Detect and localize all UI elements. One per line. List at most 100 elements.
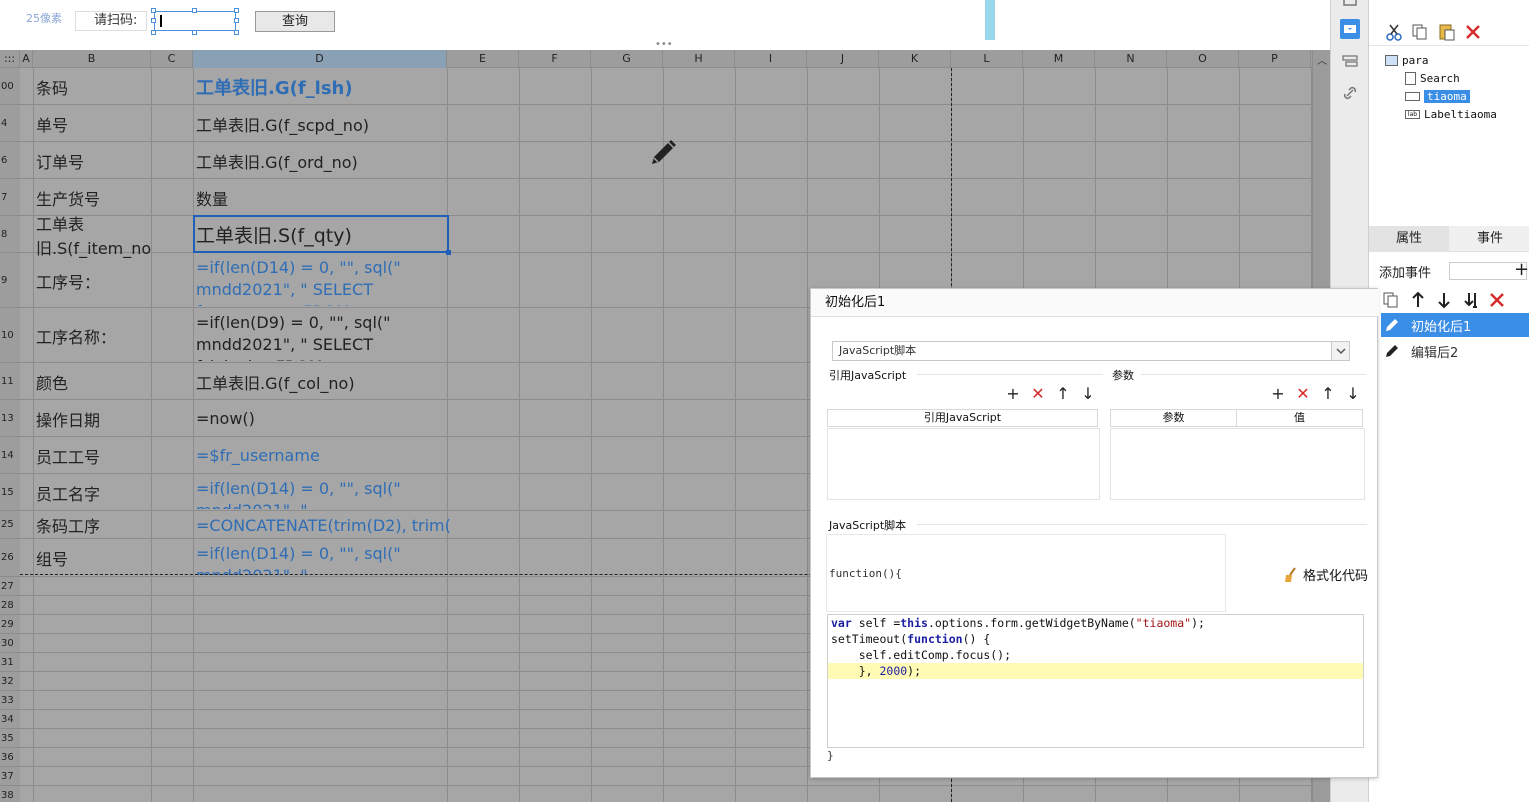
- column-header-p[interactable]: P: [1239, 50, 1311, 68]
- param-table[interactable]: [1110, 428, 1365, 500]
- remove-ref-js-icon[interactable]: ✕: [1030, 386, 1046, 402]
- code-editor[interactable]: var self =this.options.form.getWidgetByN…: [827, 614, 1364, 748]
- chevron-down-icon[interactable]: [1331, 342, 1349, 360]
- resize-handle[interactable]: [151, 8, 156, 13]
- cell-label[interactable]: 条码: [36, 68, 146, 105]
- query-button[interactable]: 查询: [255, 11, 335, 32]
- resize-handle[interactable]: [234, 30, 239, 35]
- column-header-c[interactable]: C: [151, 50, 193, 68]
- row-header[interactable]: 37: [0, 767, 20, 786]
- cell-value[interactable]: 工单表旧.G(f_col_no): [196, 363, 446, 400]
- row-header[interactable]: 35: [0, 729, 20, 748]
- column-header-b[interactable]: B: [33, 50, 151, 68]
- column-header-n[interactable]: N: [1095, 50, 1167, 68]
- resize-handle[interactable]: [234, 8, 239, 13]
- row-header[interactable]: 34: [0, 710, 20, 729]
- move-up-icon[interactable]: ↑: [1055, 386, 1071, 402]
- widget-settings-icon[interactable]: [1340, 19, 1360, 39]
- resize-handle[interactable]: [151, 18, 156, 23]
- add-event-plus-icon[interactable]: +: [1514, 259, 1529, 280]
- move-up-icon[interactable]: ↑: [1320, 386, 1336, 402]
- cell-value[interactable]: 工单表旧.G(f_scpd_no): [196, 105, 446, 142]
- scroll-up-icon[interactable]: ︿: [1317, 52, 1327, 67]
- resize-handle[interactable]: [192, 30, 197, 35]
- cell-label[interactable]: 员工工号: [36, 437, 146, 474]
- row-header[interactable]: 28: [0, 596, 20, 615]
- resize-handle[interactable]: [234, 18, 239, 23]
- column-header-e[interactable]: E: [447, 50, 519, 68]
- row-header[interactable]: 38: [0, 786, 20, 802]
- cell-label[interactable]: 操作日期: [36, 400, 146, 437]
- row-header[interactable]: 30: [0, 634, 20, 653]
- move-bottom-icon[interactable]: [1461, 290, 1481, 310]
- row-header[interactable]: 31: [0, 653, 20, 672]
- row-header[interactable]: 8: [0, 216, 20, 253]
- cell-value[interactable]: 工单表旧.G(f_ord_no): [196, 142, 446, 179]
- tab-properties[interactable]: 属性: [1369, 226, 1449, 252]
- fill-handle[interactable]: [446, 250, 451, 255]
- layers-icon[interactable]: [1340, 52, 1360, 72]
- scan-label-widget[interactable]: 请扫码:: [75, 11, 147, 31]
- cell-value[interactable]: 工单表旧.S(f_qty): [196, 216, 446, 253]
- delete-icon[interactable]: [1463, 22, 1483, 42]
- move-down-icon[interactable]: ↓: [1345, 386, 1361, 402]
- row-header[interactable]: 27: [0, 577, 20, 596]
- row-header[interactable]: 33: [0, 691, 20, 710]
- format-code-button[interactable]: 格式化代码: [1283, 565, 1368, 584]
- cell-label[interactable]: 条码工序: [36, 511, 146, 539]
- column-header-l[interactable]: L: [951, 50, 1023, 68]
- event-item-after-init[interactable]: 初始化后1: [1381, 313, 1529, 337]
- tab-events[interactable]: 事件: [1450, 226, 1529, 252]
- cell-label[interactable]: 单号: [36, 105, 146, 142]
- layout-icon[interactable]: [1340, 0, 1360, 14]
- resize-handle[interactable]: [151, 30, 156, 35]
- cell-label[interactable]: 工序名称：: [36, 308, 146, 363]
- event-item-after-edit[interactable]: 编辑后2: [1381, 339, 1529, 363]
- scan-input-widget[interactable]: [154, 11, 236, 31]
- add-param-icon[interactable]: +: [1270, 386, 1286, 402]
- column-header-f[interactable]: F: [519, 50, 591, 68]
- tree-node-search[interactable]: Search: [1405, 70, 1460, 86]
- row-header[interactable]: 9: [0, 253, 20, 308]
- link-icon[interactable]: [1340, 83, 1360, 103]
- cell-label[interactable]: 组号: [36, 539, 146, 577]
- cell-value[interactable]: =now(): [196, 400, 446, 437]
- row-header[interactable]: 26: [0, 539, 20, 577]
- cell-value[interactable]: =$fr_username: [196, 437, 446, 474]
- cell-value[interactable]: =if(len(D14) = 0, "", sql(" mndd2021", ": [196, 543, 446, 575]
- cell-value[interactable]: 工单表旧.G(f_lsh): [196, 68, 446, 105]
- column-header-k[interactable]: K: [879, 50, 951, 68]
- row-header[interactable]: 4: [0, 105, 20, 142]
- column-header-m[interactable]: M: [1023, 50, 1095, 68]
- delete-icon[interactable]: [1487, 290, 1507, 310]
- row-header[interactable]: 11: [0, 363, 20, 400]
- splitter-handle[interactable]: •••: [655, 39, 673, 50]
- row-header[interactable]: 13: [0, 400, 20, 437]
- resize-handle[interactable]: [192, 8, 197, 13]
- copy-icon[interactable]: [1410, 22, 1430, 42]
- ref-js-table[interactable]: [827, 428, 1100, 500]
- column-header-i[interactable]: I: [735, 50, 807, 68]
- cell-value[interactable]: 数量: [196, 179, 446, 216]
- column-header-o[interactable]: O: [1167, 50, 1239, 68]
- row-header[interactable]: 6: [0, 142, 20, 179]
- column-header-j[interactable]: J: [807, 50, 879, 68]
- remove-param-icon[interactable]: ✕: [1295, 386, 1311, 402]
- event-type-select[interactable]: JavaScript脚本: [832, 341, 1350, 361]
- tree-node-labeltiaoma[interactable]: lab Labeltiaoma: [1405, 106, 1497, 122]
- tree-node-tiaoma[interactable]: tiaoma: [1405, 88, 1470, 104]
- move-up-icon[interactable]: [1408, 290, 1428, 310]
- row-header[interactable]: 14: [0, 437, 20, 474]
- row-header[interactable]: 10: [0, 308, 20, 363]
- select-all-corner[interactable]: :::: [0, 50, 20, 68]
- cell-label[interactable]: 订单号: [36, 142, 146, 179]
- tree-node-root[interactable]: para: [1385, 52, 1429, 68]
- column-header-h[interactable]: H: [663, 50, 735, 68]
- move-down-icon[interactable]: [1434, 290, 1454, 310]
- cell-label[interactable]: 员工名字: [36, 474, 146, 511]
- row-header[interactable]: 32: [0, 672, 20, 691]
- row-header[interactable]: 00: [0, 68, 20, 105]
- cell-label[interactable]: 工单表旧.S(f_item_no: [36, 215, 196, 258]
- cut-icon[interactable]: [1384, 22, 1404, 42]
- row-header[interactable]: 15: [0, 474, 20, 511]
